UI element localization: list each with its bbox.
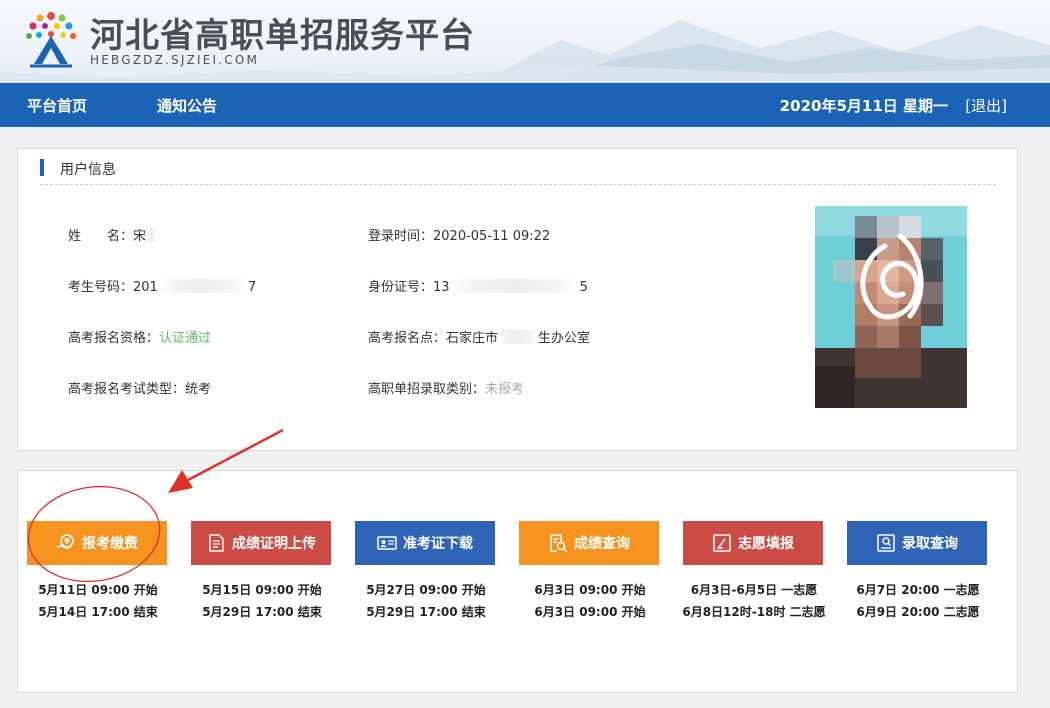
admission-query-button[interactable]: 录取查询 (847, 521, 987, 565)
volunteer-application-label: 志愿填报 (738, 536, 794, 552)
qualification-status: 认证通过 (159, 331, 212, 346)
admission-query-schedule: 6月7日 20:00 一志愿 6月9日 20:00 二志愿 (838, 579, 998, 623)
score-proof-upload-button[interactable]: 成绩证明上传 (191, 521, 331, 565)
score-query-schedule: 6月3日 09:00 开始 6月3日 09:00 开始 (510, 579, 670, 623)
schedule-end: 5月29日 17:00 结束 (202, 605, 322, 619)
schedule-start: 6月3日 09:00 开始 (534, 583, 646, 597)
search-person-icon (877, 534, 895, 552)
current-date: 2020年5月11日 星期一 (779, 97, 948, 115)
id-number-suffix: 5 (579, 280, 588, 295)
admission-ticket-download-schedule: 5月27日 09:00 开始 5月29日 17:00 结束 (346, 579, 506, 623)
volunteer-application-button[interactable]: 志愿填报 (683, 521, 823, 565)
svg-text:¥: ¥ (64, 537, 70, 546)
platform-title: 河北省高职单招服务平台 (90, 16, 475, 56)
score-query-label: 成绩查询 (574, 536, 630, 552)
schedule-start: 5月27日 09:00 开始 (366, 583, 486, 597)
name-label: 姓 名： (68, 229, 134, 244)
platform-logo-icon (26, 12, 76, 68)
services-panel: ¥ 报考缴费 5月11日 09:00 开始 5月14日 17:00 结束 成绩证… (17, 470, 1018, 693)
score-proof-upload-schedule: 5月15日 09:00 开始 5月29日 17:00 结束 (182, 579, 342, 623)
exam-type-row: 高考报名考试类型：统考 (68, 378, 211, 397)
registration-site-row: 高考报名点：石家庄市 生办公室 (368, 327, 590, 346)
schedule-end: 5月14日 17:00 结束 (38, 605, 158, 619)
redaction-mask (449, 279, 580, 293)
id-number-row: 身份证号：13 5 (368, 276, 588, 295)
user-info-panel: 用户信息 姓 名：宋 登录时间：2020-05-11 09:22 考生号码：20… (17, 148, 1018, 451)
login-time-label: 登录时间： (368, 229, 434, 244)
schedule-start: 5月11日 09:00 开始 (38, 583, 158, 597)
schedule-second: 6月9日 20:00 二志愿 (856, 605, 980, 619)
name-value: 宋 (133, 229, 147, 244)
registration-site-prefix: 石家庄市 (446, 331, 499, 346)
schedule-end: 6月3日 09:00 开始 (534, 605, 646, 619)
exam-number-label: 考生号码： (68, 280, 134, 295)
login-time-row: 登录时间：2020-05-11 09:22 (368, 225, 550, 244)
admission-category-label: 高职单招录取类别： (368, 382, 486, 397)
register-pay-label: 报考缴费 (82, 536, 138, 552)
qualification-row: 高考报名资格：认证通过 (68, 327, 211, 346)
register-pay-button[interactable]: ¥ 报考缴费 (27, 521, 167, 565)
volunteer-application-schedule: 6月3日-6月5日 一志愿 6月8日12时-18时 二志愿 (674, 579, 834, 623)
registration-site-suffix: 生办公室 (538, 331, 591, 346)
id-number-label: 身份证号： (368, 280, 434, 295)
admission-ticket-download-button[interactable]: 准考证下载 (355, 521, 495, 565)
payment-hand-icon: ¥ (56, 534, 74, 549)
admission-category-row: 高职单招录取类别：未报考 (368, 378, 524, 397)
redaction-mask (157, 279, 248, 293)
platform-domain: HEBGZDZ.SJZIEI.COM (90, 53, 260, 67)
exam-type-label: 高考报名考试类型： (68, 382, 186, 397)
admission-query-label: 录取查询 (902, 536, 958, 552)
edit-form-icon (713, 534, 731, 552)
score-query-button[interactable]: 成绩查询 (519, 521, 659, 565)
search-document-icon (550, 534, 568, 553)
admission-category-value: 未报考 (485, 382, 525, 397)
id-number-prefix: 13 (433, 280, 450, 295)
exam-number-prefix: 201 (133, 280, 158, 295)
schedule-start: 5月15日 09:00 开始 (202, 583, 322, 597)
nav-notices[interactable]: 通知公告 (157, 95, 217, 116)
schedule-second: 6月8日12时-18时 二志愿 (682, 605, 826, 619)
registration-site-label: 高考报名点： (368, 331, 447, 346)
exam-number-row: 考生号码：201 7 (68, 276, 256, 295)
user-info-title: 用户信息 (60, 162, 116, 178)
logout-link[interactable]: [退出] (965, 95, 1007, 116)
qualification-label: 高考报名资格： (68, 331, 160, 346)
admission-ticket-download-label: 准考证下载 (403, 536, 473, 552)
schedule-end: 5月29日 17:00 结束 (366, 605, 486, 619)
redaction-mask (146, 228, 157, 242)
top-nav: 平台首页 通知公告 2020年5月11日 星期一 [退出] (0, 83, 1050, 127)
register-pay-schedule: 5月11日 09:00 开始 5月14日 17:00 结束 (18, 579, 178, 623)
dashed-divider (40, 184, 996, 185)
site-header: 河北省高职单招服务平台 HEBGZDZ.SJZIEI.COM (0, 0, 1050, 83)
exam-number-suffix: 7 (247, 280, 257, 295)
exam-type-value: 统考 (185, 382, 212, 397)
student-photo (815, 206, 967, 408)
schedule-first: 6月7日 20:00 一志愿 (856, 583, 980, 597)
document-icon (209, 534, 224, 552)
score-proof-upload-label: 成绩证明上传 (232, 536, 316, 552)
redaction-mask (498, 330, 539, 344)
section-accent-bar (40, 159, 44, 176)
login-time-value: 2020-05-11 09:22 (433, 229, 551, 244)
nav-home[interactable]: 平台首页 (27, 95, 87, 116)
id-card-icon (377, 536, 397, 550)
name-row: 姓 名：宋 (68, 225, 157, 244)
schedule-first: 6月3日-6月5日 一志愿 (690, 583, 818, 597)
